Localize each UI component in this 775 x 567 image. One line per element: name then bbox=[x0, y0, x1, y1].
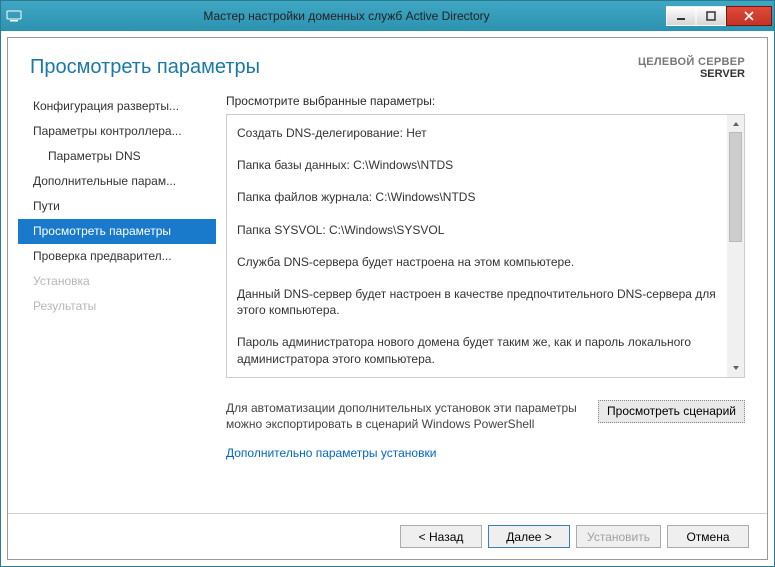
titlebar: Мастер настройки доменных служб Active D… bbox=[1, 1, 774, 31]
nav-prereq-check[interactable]: Проверка предварител... bbox=[18, 244, 216, 269]
view-script-button[interactable]: Просмотреть сценарий bbox=[598, 400, 745, 423]
back-button[interactable]: < Назад bbox=[400, 525, 482, 548]
export-hint-text: Для автоматизации дополнительных установ… bbox=[226, 400, 590, 432]
minimize-button[interactable] bbox=[666, 6, 696, 26]
maximize-button[interactable] bbox=[696, 6, 726, 26]
review-param: Служба DNS-сервера будет настроена на эт… bbox=[237, 254, 721, 270]
window-icon bbox=[1, 1, 27, 31]
scroll-thumb[interactable] bbox=[729, 132, 742, 242]
page-title: Просмотреть параметры bbox=[30, 56, 260, 80]
nav-additional-options[interactable]: Дополнительные парам... bbox=[18, 169, 216, 194]
nav-dns-options[interactable]: Параметры DNS bbox=[18, 144, 216, 169]
nav-dc-options[interactable]: Параметры контроллера... bbox=[18, 119, 216, 144]
review-options-box: Создать DNS-делегирование: Нет Папка баз… bbox=[226, 114, 745, 378]
more-info-link[interactable]: Дополнительно параметры установки bbox=[226, 446, 745, 460]
wizard-window: Мастер настройки доменных служб Active D… bbox=[0, 0, 775, 567]
content-area: Просмотреть параметры ЦЕЛЕВОЙ СЕРВЕР SER… bbox=[7, 37, 768, 560]
body-row: Конфигурация разверты... Параметры контр… bbox=[8, 84, 767, 513]
next-button[interactable]: Далее > bbox=[488, 525, 570, 548]
window-title: Мастер настройки доменных служб Active D… bbox=[27, 9, 666, 23]
main-panel: Просмотрите выбранные параметры: Создать… bbox=[226, 94, 745, 513]
review-param: Папка базы данных: C:\Windows\NTDS bbox=[237, 157, 721, 173]
footer-buttons: < Назад Далее > Установить Отмена bbox=[8, 513, 767, 559]
scroll-up-button[interactable] bbox=[727, 115, 744, 132]
header-row: Просмотреть параметры ЦЕЛЕВОЙ СЕРВЕР SER… bbox=[8, 38, 767, 84]
review-intro: Просмотрите выбранные параметры: bbox=[226, 94, 745, 108]
nav-deployment-config[interactable]: Конфигурация разверты... bbox=[18, 94, 216, 119]
review-param: Папка файлов журнала: C:\Windows\NTDS bbox=[237, 189, 721, 205]
window-controls bbox=[666, 5, 772, 27]
scroll-down-button[interactable] bbox=[727, 360, 744, 377]
close-button[interactable] bbox=[726, 6, 772, 26]
wizard-nav: Конфигурация разверты... Параметры контр… bbox=[18, 94, 216, 513]
review-options-content: Создать DNS-делегирование: Нет Папка баз… bbox=[227, 115, 727, 377]
target-server-value: SERVER bbox=[638, 68, 745, 80]
nav-results: Результаты bbox=[18, 294, 216, 319]
target-server-label: ЦЕЛЕВОЙ СЕРВЕР bbox=[638, 56, 745, 68]
nav-installation: Установка bbox=[18, 269, 216, 294]
review-param: Создать DNS-делегирование: Нет bbox=[237, 125, 721, 141]
cancel-button[interactable]: Отмена bbox=[667, 525, 749, 548]
vertical-scrollbar[interactable] bbox=[727, 115, 744, 377]
review-param: Пароль администратора нового домена буде… bbox=[237, 334, 721, 366]
review-param: Данный DNS-сервер будет настроен в качес… bbox=[237, 286, 721, 318]
target-server-box: ЦЕЛЕВОЙ СЕРВЕР SERVER bbox=[638, 56, 745, 80]
export-hint-row: Для автоматизации дополнительных установ… bbox=[226, 400, 745, 432]
install-button: Установить bbox=[576, 525, 661, 548]
review-param: Папка SYSVOL: C:\Windows\SYSVOL bbox=[237, 222, 721, 238]
scroll-track[interactable] bbox=[727, 132, 744, 360]
nav-review-options[interactable]: Просмотреть параметры bbox=[18, 219, 216, 244]
nav-paths[interactable]: Пути bbox=[18, 194, 216, 219]
